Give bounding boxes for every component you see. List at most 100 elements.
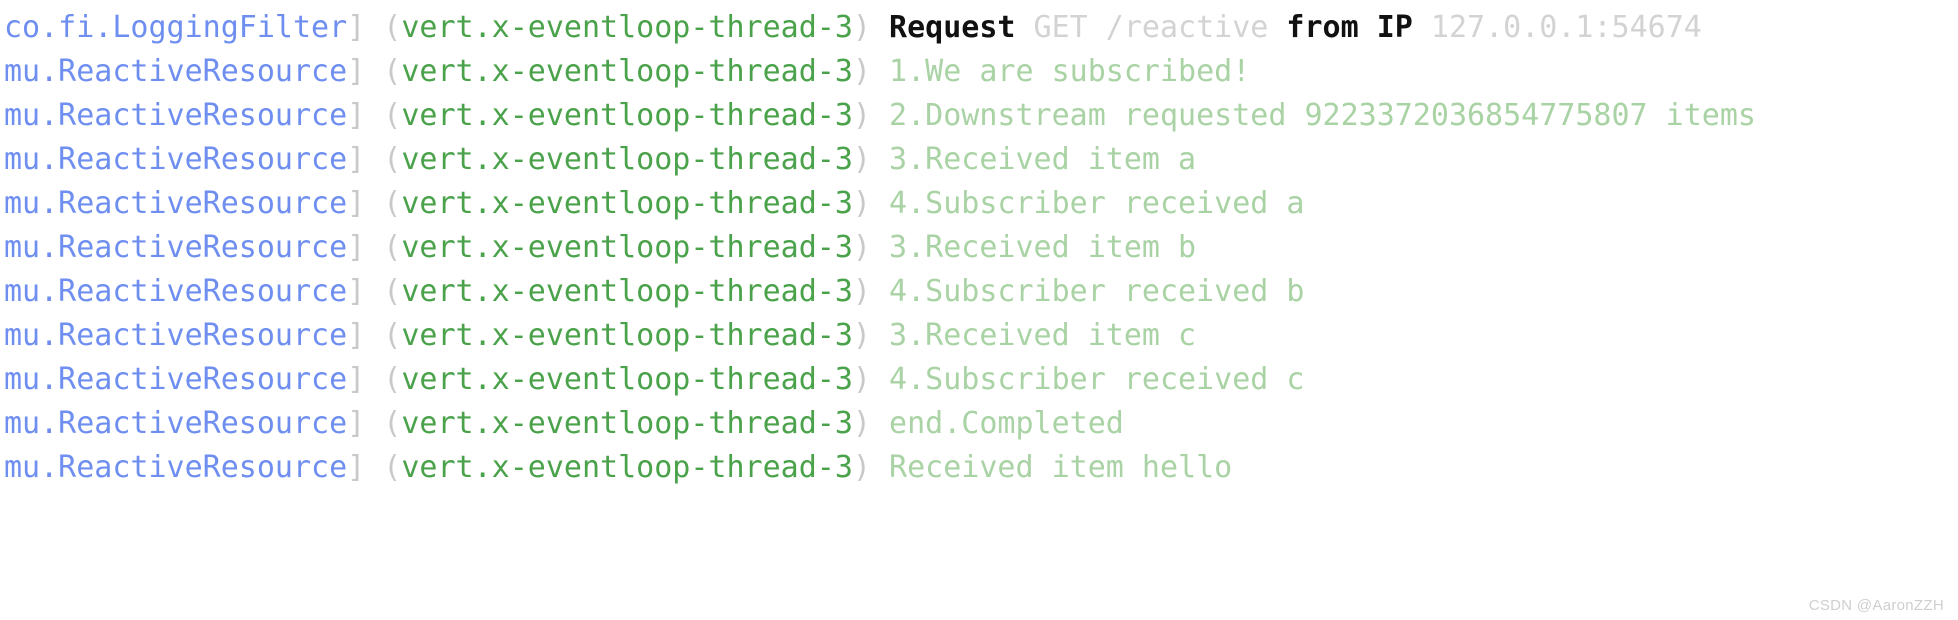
close-paren: )	[852, 274, 871, 309]
thread-name: (vert.x-eventloop-thread-3)	[383, 186, 871, 221]
close-bracket: ]	[347, 362, 366, 397]
log-message-segment: Received item hello	[889, 450, 1233, 485]
log-line: mu.ReactiveResource] (vert.x-eventloop-t…	[0, 182, 1958, 226]
close-bracket: ]	[347, 318, 366, 353]
open-paren: (	[383, 406, 402, 441]
open-paren: (	[383, 98, 402, 133]
thread-label: vert.x-eventloop-thread-3	[401, 274, 853, 309]
thread-name: (vert.x-eventloop-thread-3)	[383, 318, 871, 353]
logger-name: mu.ReactiveResource	[4, 186, 348, 221]
log-message-segment	[1413, 10, 1431, 45]
thread-label: vert.x-eventloop-thread-3	[401, 230, 853, 265]
log-message-segment: 4.Subscriber received a	[889, 186, 1305, 221]
thread-name: (vert.x-eventloop-thread-3)	[383, 362, 871, 397]
close-bracket: ]	[347, 54, 366, 89]
thread-name: (vert.x-eventloop-thread-3)	[383, 10, 871, 45]
open-paren: (	[383, 142, 402, 177]
log-line: mu.ReactiveResource] (vert.x-eventloop-t…	[0, 94, 1958, 138]
open-paren: (	[383, 230, 402, 265]
logger-name: mu.ReactiveResource	[4, 98, 348, 133]
thread-name: (vert.x-eventloop-thread-3)	[383, 274, 871, 309]
logger-name: mu.ReactiveResource	[4, 318, 348, 353]
thread-label: vert.x-eventloop-thread-3	[401, 450, 853, 485]
open-paren: (	[383, 10, 402, 45]
open-paren: (	[383, 318, 402, 353]
log-message-segment: 1.We are subscribed!	[889, 54, 1251, 89]
logger-name: mu.ReactiveResource	[4, 450, 348, 485]
close-paren: )	[852, 54, 871, 89]
close-bracket: ]	[347, 450, 366, 485]
thread-name: (vert.x-eventloop-thread-3)	[383, 406, 871, 441]
close-paren: )	[852, 318, 871, 353]
log-line: mu.ReactiveResource] (vert.x-eventloop-t…	[0, 314, 1958, 358]
logger-name: co.fi.LoggingFilter	[4, 10, 348, 45]
log-line: mu.ReactiveResource] (vert.x-eventloop-t…	[0, 270, 1958, 314]
log-line: mu.ReactiveResource] (vert.x-eventloop-t…	[0, 50, 1958, 94]
open-paren: (	[383, 362, 402, 397]
log-message-segment: from IP	[1286, 10, 1413, 45]
logger-name: mu.ReactiveResource	[4, 362, 348, 397]
thread-name: (vert.x-eventloop-thread-3)	[383, 450, 871, 485]
log-console[interactable]: co.fi.LoggingFilter] (vert.x-eventloop-t…	[0, 0, 1958, 620]
thread-label: vert.x-eventloop-thread-3	[401, 54, 853, 89]
log-message-segment: 3.Received item a	[889, 142, 1197, 177]
thread-label: vert.x-eventloop-thread-3	[401, 406, 853, 441]
open-paren: (	[383, 54, 402, 89]
close-bracket: ]	[347, 406, 366, 441]
log-line: mu.ReactiveResource] (vert.x-eventloop-t…	[0, 358, 1958, 402]
logger-name: mu.ReactiveResource	[4, 230, 348, 265]
close-paren: )	[852, 10, 871, 45]
log-message-segment: end.Completed	[889, 406, 1124, 441]
log-message-segment: GET /reactive	[1033, 10, 1269, 45]
log-line: mu.ReactiveResource] (vert.x-eventloop-t…	[0, 138, 1958, 182]
thread-name: (vert.x-eventloop-thread-3)	[383, 54, 871, 89]
thread-label: vert.x-eventloop-thread-3	[401, 362, 853, 397]
close-bracket: ]	[347, 230, 366, 265]
close-paren: )	[852, 406, 871, 441]
log-message-segment	[1268, 10, 1286, 45]
thread-label: vert.x-eventloop-thread-3	[401, 98, 853, 133]
logger-name: mu.ReactiveResource	[4, 54, 348, 89]
csdn-watermark: CSDN @AaronZZH	[1808, 597, 1944, 614]
thread-label: vert.x-eventloop-thread-3	[401, 186, 853, 221]
log-message-segment: 4.Subscriber received c	[889, 362, 1305, 397]
close-paren: )	[852, 186, 871, 221]
logger-name: mu.ReactiveResource	[4, 406, 348, 441]
log-message-segment: 2.Downstream requested 92233720368547758…	[889, 98, 1756, 133]
close-paren: )	[852, 450, 871, 485]
close-paren: )	[852, 98, 871, 133]
log-line-list: co.fi.LoggingFilter] (vert.x-eventloop-t…	[0, 6, 1958, 490]
close-bracket: ]	[347, 186, 366, 221]
close-paren: )	[852, 142, 871, 177]
open-paren: (	[383, 450, 402, 485]
thread-label: vert.x-eventloop-thread-3	[401, 10, 853, 45]
close-paren: )	[852, 362, 871, 397]
logger-name: mu.ReactiveResource	[4, 274, 348, 309]
thread-name: (vert.x-eventloop-thread-3)	[383, 142, 871, 177]
open-paren: (	[383, 186, 402, 221]
log-line: mu.ReactiveResource] (vert.x-eventloop-t…	[0, 226, 1958, 270]
log-line: mu.ReactiveResource] (vert.x-eventloop-t…	[0, 402, 1958, 446]
log-message-segment: 3.Received item c	[889, 318, 1197, 353]
close-bracket: ]	[347, 10, 366, 45]
log-line: mu.ReactiveResource] (vert.x-eventloop-t…	[0, 446, 1958, 490]
thread-label: vert.x-eventloop-thread-3	[401, 318, 853, 353]
thread-name: (vert.x-eventloop-thread-3)	[383, 230, 871, 265]
